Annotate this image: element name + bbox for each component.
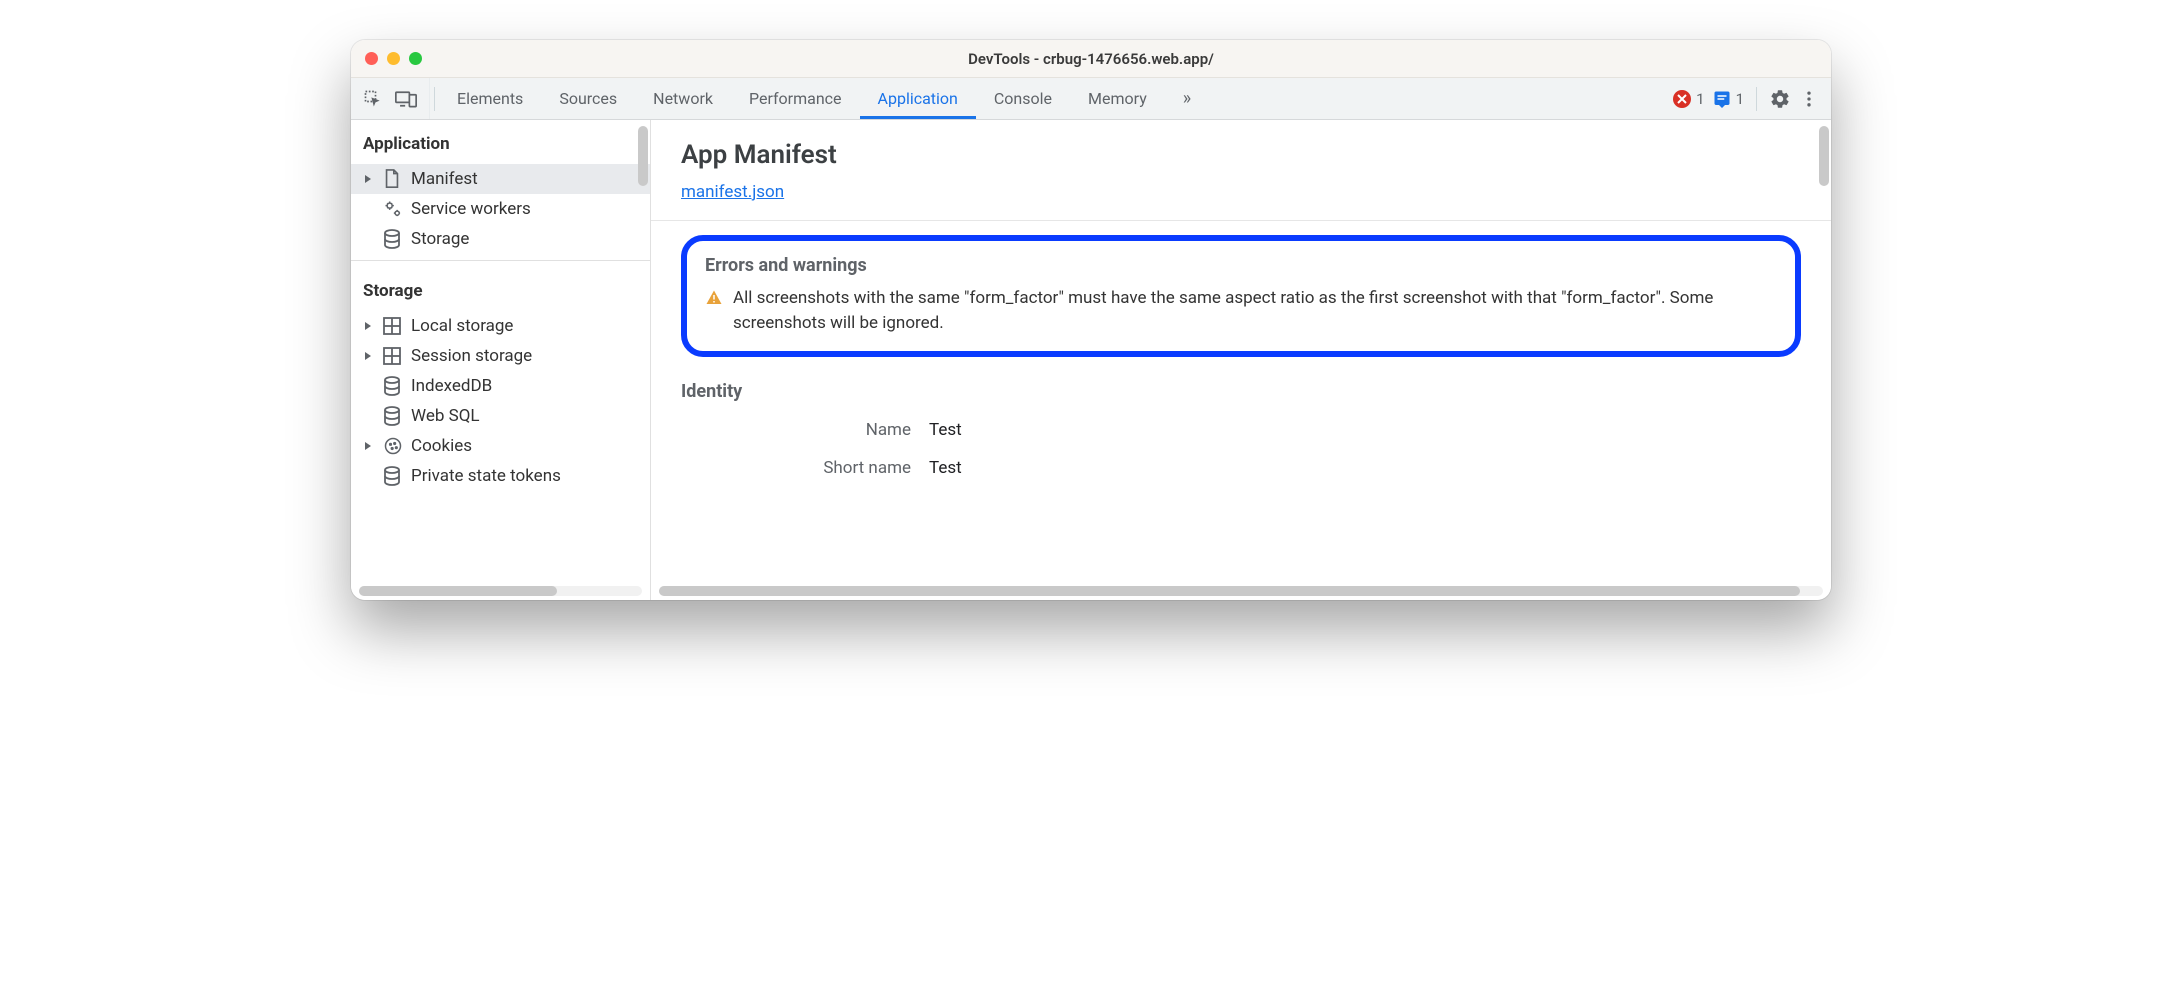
errors-warnings-panel: Errors and warnings All screenshots with… bbox=[681, 235, 1801, 357]
sidebar-item-label: Cookies bbox=[411, 436, 472, 456]
sidebar-horizontal-scrollbar[interactable] bbox=[359, 586, 642, 596]
main-horizontal-scrollbar[interactable] bbox=[659, 586, 1823, 596]
main-scrollbar[interactable] bbox=[1819, 126, 1829, 186]
grid-icon bbox=[383, 346, 403, 366]
expand-icon[interactable] bbox=[363, 174, 375, 184]
sidebar-item-label: Web SQL bbox=[411, 406, 480, 426]
identity-title: Identity bbox=[681, 381, 1801, 402]
close-window-button[interactable] bbox=[365, 52, 378, 65]
tab-performance[interactable]: Performance bbox=[731, 78, 860, 119]
tab-elements[interactable]: Elements bbox=[439, 78, 541, 119]
panel-tabs: Elements Sources Network Performance App… bbox=[439, 78, 1209, 119]
sidebar-item-indexeddb[interactable]: IndexedDB bbox=[351, 371, 650, 401]
file-icon bbox=[383, 169, 403, 189]
identity-short-name-value: Test bbox=[929, 458, 962, 478]
sidebar-item-websql[interactable]: Web SQL bbox=[351, 401, 650, 431]
more-options-icon[interactable] bbox=[1799, 89, 1819, 109]
warning-item: All screenshots with the same "form_fact… bbox=[705, 286, 1777, 335]
panel-body: Application Manifest bbox=[351, 120, 1831, 600]
sidebar-item-service-workers[interactable]: Service workers bbox=[351, 194, 650, 224]
tabs-overflow-button[interactable]: » bbox=[1165, 78, 1209, 119]
window-controls bbox=[351, 52, 422, 65]
sidebar-section-storage: Storage bbox=[351, 267, 650, 311]
sidebar-item-label: Storage bbox=[411, 229, 469, 249]
error-icon bbox=[1673, 90, 1691, 108]
expand-icon[interactable] bbox=[363, 441, 375, 451]
warning-icon bbox=[705, 289, 723, 307]
errors-warnings-title: Errors and warnings bbox=[705, 255, 1777, 276]
manifest-link[interactable]: manifest.json bbox=[681, 182, 784, 202]
device-toggle-icon[interactable] bbox=[395, 89, 417, 109]
grid-icon bbox=[383, 316, 403, 336]
identity-short-name-label: Short name bbox=[681, 458, 911, 478]
minimize-window-button[interactable] bbox=[387, 52, 400, 65]
sidebar-item-label: Local storage bbox=[411, 316, 513, 336]
settings-icon[interactable] bbox=[1769, 88, 1791, 110]
database-icon bbox=[383, 229, 403, 249]
identity-row-short-name: Short name Test bbox=[681, 458, 1801, 478]
devtools-window: DevTools - crbug-1476656.web.app/ Elemen… bbox=[351, 40, 1831, 600]
warning-text: All screenshots with the same "form_fact… bbox=[733, 286, 1777, 335]
page-title: App Manifest bbox=[681, 140, 1801, 170]
expand-icon[interactable] bbox=[363, 321, 375, 331]
sidebar-item-label: IndexedDB bbox=[411, 376, 492, 396]
database-icon bbox=[383, 406, 403, 426]
sidebar-item-local-storage[interactable]: Local storage bbox=[351, 311, 650, 341]
identity-name-value: Test bbox=[929, 420, 962, 440]
tab-memory[interactable]: Memory bbox=[1070, 78, 1165, 119]
main-toolbar: Elements Sources Network Performance App… bbox=[351, 78, 1831, 120]
tab-network[interactable]: Network bbox=[635, 78, 731, 119]
sidebar-item-session-storage[interactable]: Session storage bbox=[351, 341, 650, 371]
issue-count: 1 bbox=[1736, 90, 1744, 108]
issue-icon bbox=[1713, 90, 1731, 108]
cookie-icon bbox=[383, 436, 403, 456]
sidebar-item-label: Private state tokens bbox=[411, 466, 561, 486]
expand-icon[interactable] bbox=[363, 351, 375, 361]
identity-row-name: Name Test bbox=[681, 420, 1801, 440]
tab-application[interactable]: Application bbox=[860, 78, 976, 119]
titlebar: DevTools - crbug-1476656.web.app/ bbox=[351, 40, 1831, 78]
sidebar-item-label: Session storage bbox=[411, 346, 532, 366]
gears-icon bbox=[383, 199, 403, 219]
maximize-window-button[interactable] bbox=[409, 52, 422, 65]
tab-console[interactable]: Console bbox=[976, 78, 1070, 119]
sidebar-item-manifest[interactable]: Manifest bbox=[351, 164, 650, 194]
error-count: 1 bbox=[1696, 90, 1704, 108]
error-count-badge[interactable]: 1 bbox=[1673, 90, 1704, 108]
identity-name-label: Name bbox=[681, 420, 911, 440]
sidebar-item-storage[interactable]: Storage bbox=[351, 224, 650, 254]
sidebar-item-private-state-tokens[interactable]: Private state tokens bbox=[351, 461, 650, 491]
inspect-icon[interactable] bbox=[363, 89, 383, 109]
issue-count-badge[interactable]: 1 bbox=[1713, 90, 1744, 108]
tab-sources[interactable]: Sources bbox=[541, 78, 635, 119]
sidebar-item-label: Manifest bbox=[411, 169, 478, 189]
application-sidebar: Application Manifest bbox=[351, 120, 651, 600]
main-content: App Manifest manifest.json Errors and wa… bbox=[651, 120, 1831, 600]
sidebar-scrollbar[interactable] bbox=[638, 126, 648, 186]
sidebar-item-cookies[interactable]: Cookies bbox=[351, 431, 650, 461]
sidebar-item-label: Service workers bbox=[411, 199, 531, 219]
database-icon bbox=[383, 376, 403, 396]
sidebar-section-application: Application bbox=[351, 120, 650, 164]
database-icon bbox=[383, 466, 403, 486]
window-title: DevTools - crbug-1476656.web.app/ bbox=[351, 50, 1831, 68]
